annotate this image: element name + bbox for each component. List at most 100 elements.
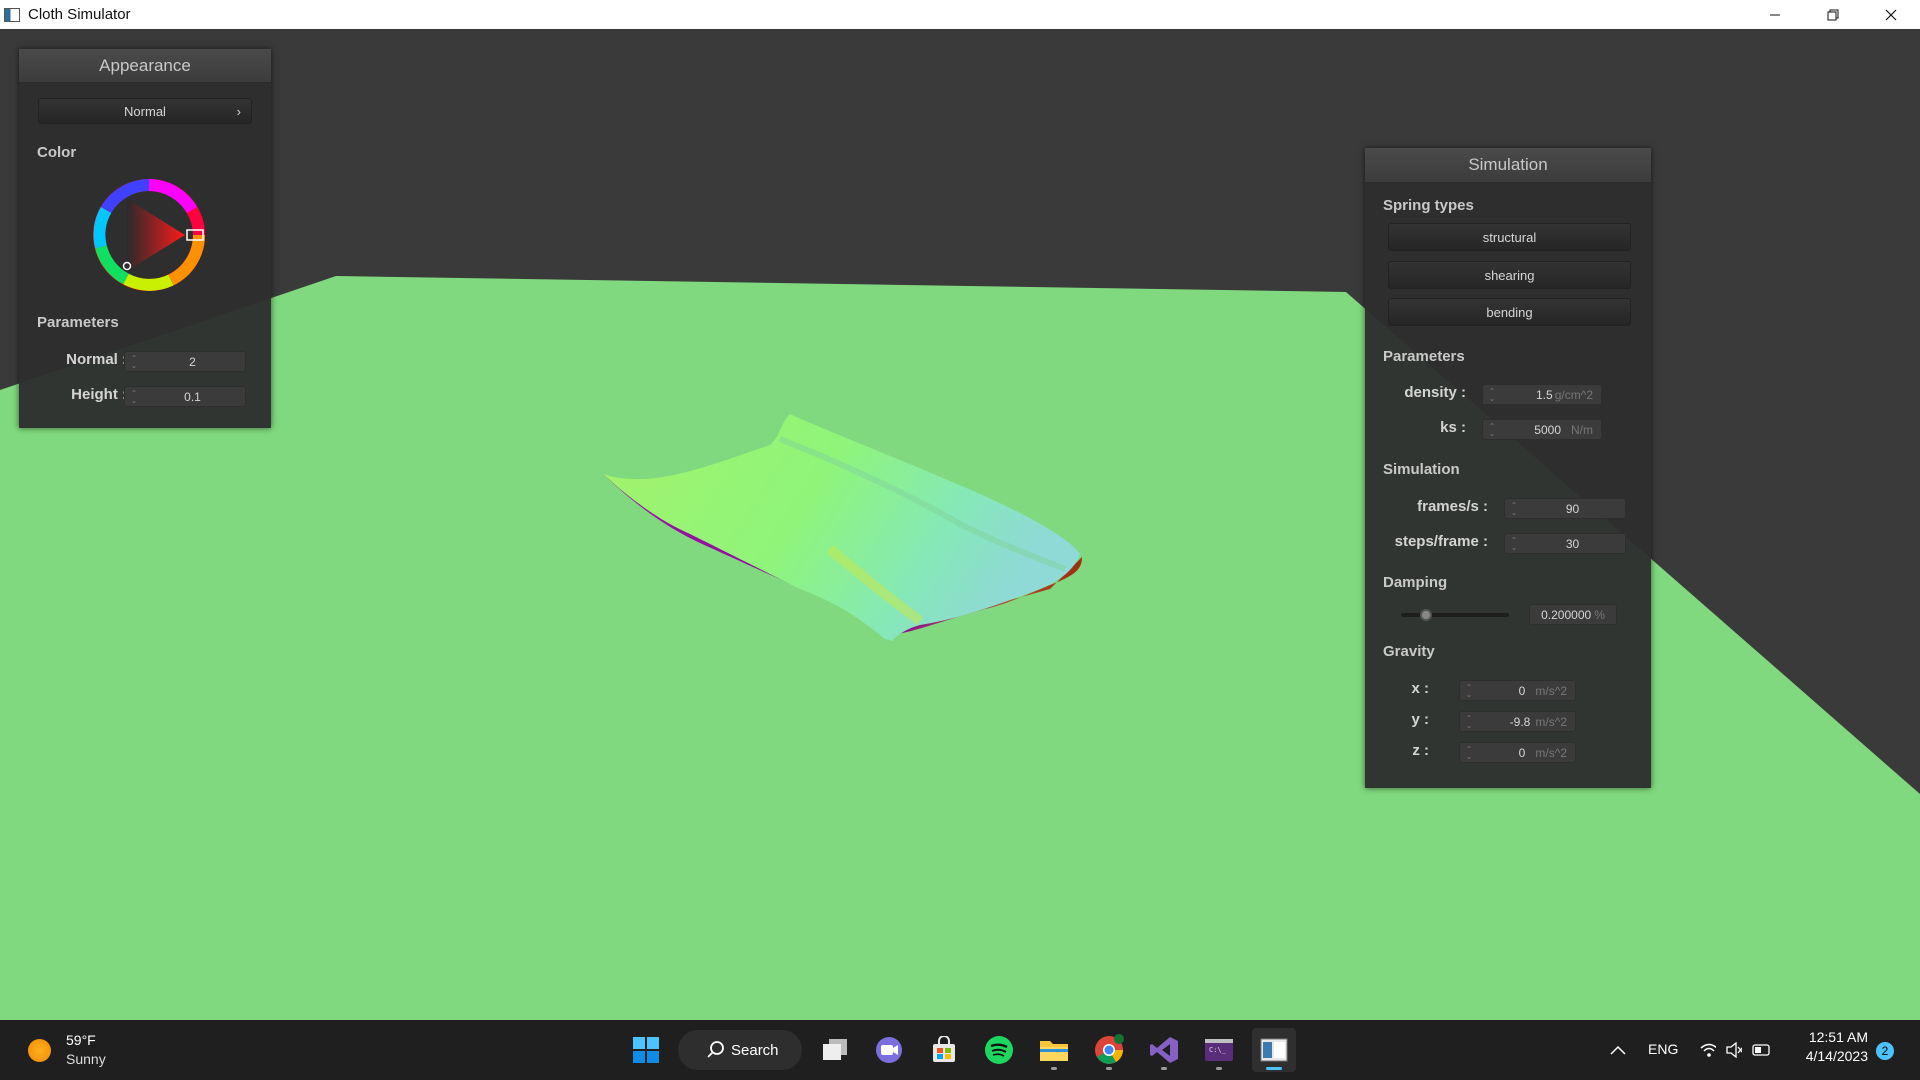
normal-value: 2	[189, 354, 196, 369]
color-wheel-icon	[93, 179, 206, 291]
gravity-z-value: 0	[1518, 745, 1526, 760]
wifi-icon	[1700, 1043, 1717, 1057]
steps-label: steps/frame :	[1394, 533, 1488, 550]
minimize-icon	[1770, 14, 1780, 15]
structural-button[interactable]: structural	[1388, 223, 1631, 251]
fps-label: frames/s :	[1417, 498, 1488, 515]
chevron-up-icon	[1610, 1045, 1626, 1055]
damping-section-label: Damping	[1383, 574, 1448, 591]
window-controls	[1746, 0, 1920, 29]
weather-temp: 59°F	[66, 1032, 96, 1048]
spinner-icon[interactable]: ⌃ ⌄	[1508, 501, 1520, 516]
spinner-icon[interactable]: ⌃ ⌄	[1508, 536, 1520, 551]
minimize-button[interactable]	[1746, 0, 1804, 29]
cloth-simulator-icon	[1260, 1038, 1288, 1062]
spring-types-label: Spring types	[1383, 197, 1474, 214]
taskbar: 59°F Sunny Search C:\_ ENG 12:51 AM 4/14…	[0, 1020, 1920, 1080]
density-label: density :	[1404, 384, 1466, 401]
notification-badge[interactable]: 2	[1876, 1042, 1894, 1060]
spinner-icon[interactable]: ⌃ ⌄	[128, 354, 140, 369]
gravity-z-unit: m/s^2	[1535, 745, 1567, 760]
svg-text:C:\_: C:\_	[1209, 1046, 1227, 1054]
damping-slider[interactable]	[1401, 607, 1509, 623]
simulation-panel-title: Simulation	[1365, 148, 1651, 183]
shearing-button[interactable]: shearing	[1388, 261, 1631, 289]
chrome-button[interactable]	[1087, 1028, 1131, 1072]
density-unit: g/cm^2	[1554, 387, 1593, 402]
running-indicator	[1216, 1067, 1222, 1070]
spinner-icon[interactable]: ⌃ ⌄	[1463, 745, 1475, 760]
chat-button[interactable]	[867, 1028, 911, 1072]
gravity-y-input[interactable]: ⌃ ⌄ -9.8 m/s^2	[1459, 711, 1576, 732]
density-input[interactable]: ⌃ ⌄ 1.5 g/cm^2	[1482, 384, 1602, 405]
normal-label: Normal :	[66, 351, 127, 368]
sim-params-label: Parameters	[1383, 348, 1465, 365]
spinner-icon[interactable]: ⌃ ⌄	[1486, 387, 1498, 402]
height-label: Height :	[71, 386, 127, 403]
steps-value: 30	[1565, 536, 1580, 551]
restore-button[interactable]	[1804, 0, 1862, 29]
cloth-simulator-button[interactable]	[1252, 1028, 1296, 1072]
spinner-icon[interactable]: ⌃ ⌄	[1486, 422, 1498, 437]
fps-input[interactable]: ⌃ ⌄ 90	[1504, 498, 1626, 519]
clock-date: 4/14/2023	[1805, 1048, 1868, 1064]
appearance-params-label: Parameters	[37, 314, 119, 331]
gravity-x-input[interactable]: ⌃ ⌄ 0 m/s^2	[1459, 680, 1576, 701]
normal-input[interactable]: ⌃ ⌄ 2	[124, 351, 246, 372]
gravity-section-label: Gravity	[1383, 643, 1435, 660]
clock-time: 12:51 AM	[1808, 1029, 1868, 1045]
active-indicator	[1266, 1067, 1282, 1070]
appearance-panel-title: Appearance	[19, 49, 271, 83]
ks-input[interactable]: ⌃ ⌄ 5000 N/m	[1482, 419, 1602, 440]
render-mode-selector[interactable]: Normal ›	[38, 98, 252, 124]
height-input[interactable]: ⌃ ⌄ 0.1	[124, 386, 246, 407]
close-button[interactable]	[1862, 0, 1920, 29]
clock[interactable]: 12:51 AM 4/14/2023	[1796, 1029, 1868, 1064]
gravity-y-value: -9.8	[1509, 714, 1531, 729]
color-wheel[interactable]	[91, 177, 207, 293]
running-indicator	[1161, 1067, 1167, 1070]
store-button[interactable]	[922, 1028, 966, 1072]
battery-icon	[1752, 1044, 1770, 1056]
windows-icon	[633, 1037, 659, 1063]
steps-input[interactable]: ⌃ ⌄ 30	[1504, 533, 1626, 554]
gravity-x-value: 0	[1518, 683, 1526, 698]
running-indicator	[1106, 1067, 1112, 1070]
appearance-panel: Appearance Normal › Color Parameters Nor…	[19, 49, 271, 428]
spinner-icon[interactable]: ⌃ ⌄	[128, 389, 140, 404]
store-icon	[933, 1036, 955, 1062]
chrome-icon	[1095, 1034, 1124, 1064]
visual-studio-button[interactable]	[1142, 1028, 1186, 1072]
gravity-z-label: z :	[1412, 742, 1429, 759]
search-box[interactable]: Search	[678, 1030, 802, 1070]
spotify-button[interactable]	[977, 1028, 1021, 1072]
system-tray[interactable]	[1700, 1038, 1770, 1062]
teams-chat-icon	[876, 1037, 902, 1063]
terminal-button[interactable]: C:\_	[1197, 1028, 1241, 1072]
start-button[interactable]	[624, 1028, 668, 1072]
spinner-icon[interactable]: ⌃ ⌄	[1463, 683, 1475, 698]
gravity-z-input[interactable]: ⌃ ⌄ 0 m/s^2	[1459, 742, 1576, 763]
damping-slider-thumb[interactable]	[1420, 609, 1433, 621]
task-view-button[interactable]	[813, 1028, 857, 1072]
window-title: Cloth Simulator	[28, 6, 131, 23]
running-indicator	[1051, 1067, 1057, 1070]
render-mode-label: Normal	[124, 103, 166, 119]
height-value: 0.1	[184, 389, 201, 404]
speaker-muted-icon	[1726, 1042, 1743, 1058]
damping-slider-track	[1401, 613, 1509, 617]
file-explorer-button[interactable]	[1032, 1028, 1076, 1072]
gravity-y-unit: m/s^2	[1535, 714, 1567, 729]
gravity-x-unit: m/s^2	[1535, 683, 1567, 698]
spotify-icon	[985, 1036, 1013, 1064]
restore-icon	[1827, 9, 1839, 20]
bending-button[interactable]: bending	[1388, 298, 1631, 326]
weather-desc: Sunny	[66, 1051, 106, 1067]
show-hidden-icons-button[interactable]	[1606, 1038, 1630, 1062]
language-indicator[interactable]: ENG	[1648, 1041, 1678, 1057]
ks-unit: N/m	[1571, 422, 1593, 437]
damping-input[interactable]: 0.200000 %	[1529, 604, 1617, 625]
weather-widget[interactable]: 59°F Sunny	[24, 1030, 144, 1070]
sun-icon	[28, 1039, 51, 1062]
spinner-icon[interactable]: ⌃ ⌄	[1463, 714, 1475, 729]
